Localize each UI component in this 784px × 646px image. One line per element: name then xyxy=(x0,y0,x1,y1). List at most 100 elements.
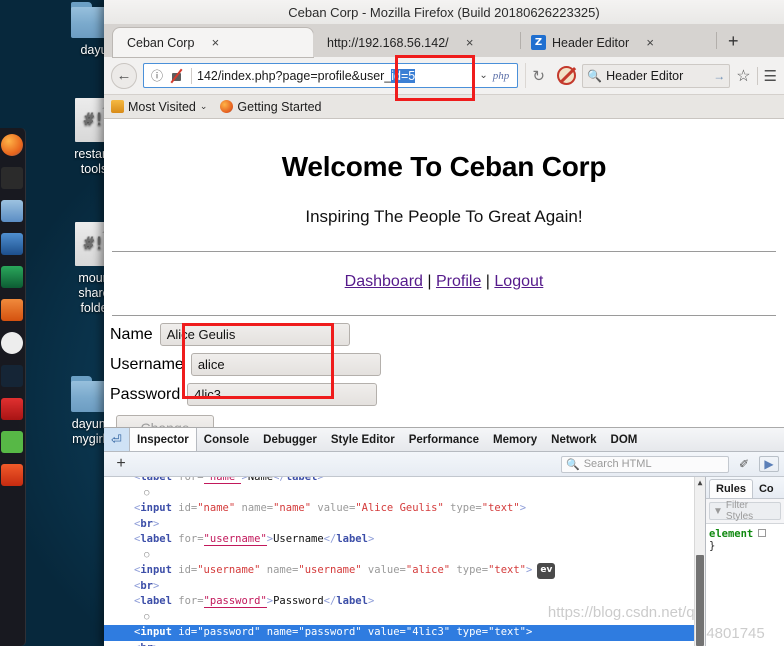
link-profile[interactable]: Profile xyxy=(436,273,481,290)
markup-node[interactable]: <br> xyxy=(104,517,705,533)
markup-node[interactable]: <input id="name" name="name" value="Alic… xyxy=(104,501,705,517)
markup-token: br xyxy=(140,579,153,592)
eyedropper-icon[interactable]: ✐ xyxy=(734,457,754,471)
dock-item-files[interactable] xyxy=(1,200,23,222)
markup-token: name= xyxy=(260,626,299,638)
dt-tab-style-editor[interactable]: Style Editor xyxy=(324,428,402,451)
event-listener-badge[interactable]: ev xyxy=(537,563,556,579)
name-field[interactable]: Alice Geulis xyxy=(159,323,350,346)
markup-whitespace-node[interactable]: ○ xyxy=(104,548,705,564)
link-logout[interactable]: Logout xyxy=(494,273,543,290)
markup-node[interactable]: <label for="name">Name</label> xyxy=(104,477,705,486)
bookmark-star-icon[interactable]: ☆ xyxy=(736,66,750,86)
markup-node-selected[interactable]: <input id="password" name="password" val… xyxy=(104,625,705,641)
markup-token: </ xyxy=(273,477,286,483)
tab-close-icon[interactable]: × xyxy=(208,35,222,50)
markup-whitespace-node[interactable]: ○ xyxy=(104,486,705,502)
markup-node[interactable]: <input id="username" name="username" val… xyxy=(104,563,705,579)
devtools-search-input[interactable]: 🔍 Search HTML xyxy=(561,455,729,473)
new-tab-button[interactable]: + xyxy=(719,27,748,55)
scrollbar-thumb[interactable] xyxy=(696,554,704,646)
tab-close-icon[interactable]: × xyxy=(463,35,477,50)
name-label: Name xyxy=(110,325,153,343)
tab-close-icon[interactable]: × xyxy=(643,35,657,50)
markup-node[interactable]: <label for="username">Username</label> xyxy=(104,532,705,548)
dt-tab-inspector[interactable]: Inspector xyxy=(129,428,197,451)
username-field[interactable]: alice xyxy=(190,353,381,376)
markup-whitespace-node[interactable]: ○ xyxy=(104,610,705,626)
bookmark-most-visited[interactable]: Most Visited ⌄ xyxy=(111,100,207,114)
dock-item-flash-tool[interactable] xyxy=(1,398,23,420)
rules-panel: Rules Co ▼ Filter Styles element } 34801… xyxy=(705,477,784,646)
markup-token: "Alice Geulis" xyxy=(355,502,444,514)
markup-scrollbar[interactable]: ▲ xyxy=(694,477,705,646)
element-picker-icon[interactable]: ⏎ xyxy=(104,428,130,451)
url-bar[interactable]: ⓘ 142/index.php?page=profile&user_id=5 ⌄… xyxy=(143,63,519,88)
dock-item-disk-usage[interactable] xyxy=(1,332,23,354)
noscript-icon[interactable] xyxy=(557,66,577,85)
page-title: Welcome To Ceban Corp xyxy=(281,151,607,182)
tab-header-editor[interactable]: Z Header Editor × xyxy=(523,28,714,57)
dock-item-archive-manager[interactable] xyxy=(1,299,23,321)
password-field[interactable]: 4lic3 xyxy=(187,383,378,406)
rules-tab-rules[interactable]: Rules xyxy=(709,479,753,498)
add-node-button[interactable]: + xyxy=(109,455,133,473)
markup-token: label xyxy=(140,477,172,483)
markup-node[interactable]: <br> xyxy=(104,579,705,595)
dt-tab-dom[interactable]: DOM xyxy=(604,428,645,451)
dt-tab-console[interactable]: Console xyxy=(197,428,256,451)
markup-token: "text" xyxy=(488,626,527,638)
dt-tab-debugger[interactable]: Debugger xyxy=(256,428,324,451)
dt-tab-network[interactable]: Network xyxy=(544,428,603,451)
markup-node[interactable]: <label for="password">Password</label> xyxy=(104,594,705,610)
markup-node[interactable]: <br> xyxy=(104,641,705,646)
markup-token: "alice" xyxy=(405,564,451,576)
tab-ip-host[interactable]: http://192.168.56.142/ × xyxy=(313,28,518,57)
search-bar[interactable]: 🔍 Header Editor → xyxy=(582,63,731,88)
scroll-up-arrow[interactable]: ▲ xyxy=(695,477,705,489)
url-text: 142/index.php?page=profile&user_id=5 xyxy=(197,68,474,83)
most-visited-icon xyxy=(111,100,124,113)
reload-button[interactable]: ↻ xyxy=(525,63,551,88)
layout-toggle-icon[interactable]: ▶ xyxy=(759,456,779,472)
markup-view[interactable]: <label for="name">Name</label> ○ <input id… xyxy=(104,477,705,646)
markup-token: id= xyxy=(171,564,198,576)
php-badge-icon[interactable]: php xyxy=(493,70,514,82)
page-divider-top xyxy=(112,251,776,252)
chevron-down-icon[interactable]: ⌄ xyxy=(200,101,208,112)
app-launcher-dock[interactable] xyxy=(0,128,26,646)
chevron-down-icon[interactable]: ⌄ xyxy=(474,70,492,81)
rules-tab-computed[interactable]: Co xyxy=(753,480,780,498)
dock-item-notes[interactable] xyxy=(1,431,23,453)
firefox-icon xyxy=(220,100,234,113)
markup-token: "password" xyxy=(298,626,362,638)
search-input[interactable]: Header Editor xyxy=(606,69,713,83)
rules-content[interactable]: element } 34801745 xyxy=(706,523,784,646)
rules-tabbar: Rules Co xyxy=(706,477,784,499)
markup-token: "password" xyxy=(203,595,267,608)
tab-label: Header Editor xyxy=(552,35,630,50)
markup-token: input xyxy=(140,564,172,576)
dock-item-settings[interactable] xyxy=(1,233,23,255)
back-button[interactable]: ← xyxy=(111,62,137,89)
change-button[interactable]: Change xyxy=(116,415,214,427)
dt-tab-performance[interactable]: Performance xyxy=(402,428,486,451)
filter-styles-input[interactable]: ▼ Filter Styles xyxy=(709,500,781,522)
bookmarks-toolbar: Most Visited ⌄ Getting Started xyxy=(104,95,784,119)
dock-item-editor[interactable] xyxy=(1,266,23,288)
url-selected-param: id=5 xyxy=(391,68,416,83)
tab-ceban-corp[interactable]: Ceban Corp × xyxy=(113,28,313,57)
site-information-icon[interactable]: ⓘ xyxy=(148,67,166,84)
dock-item-terminal[interactable] xyxy=(1,167,23,189)
dock-item-image-viewer[interactable] xyxy=(1,365,23,387)
library-icon[interactable]: ☰ xyxy=(764,67,777,85)
highlight-box-icon[interactable] xyxy=(758,529,767,537)
link-dashboard[interactable]: Dashboard xyxy=(345,273,423,290)
bookmark-getting-started[interactable]: Getting Started xyxy=(220,100,321,114)
dock-item-power-tool[interactable] xyxy=(1,464,23,486)
dock-item-firefox[interactable] xyxy=(1,134,23,156)
search-submit-icon[interactable]: → xyxy=(713,69,725,83)
devtools-tabbar: ⏎ Inspector Console Debugger Style Edito… xyxy=(104,428,784,452)
dt-tab-memory[interactable]: Memory xyxy=(486,428,544,451)
insecure-login-lock-icon[interactable] xyxy=(169,68,183,83)
